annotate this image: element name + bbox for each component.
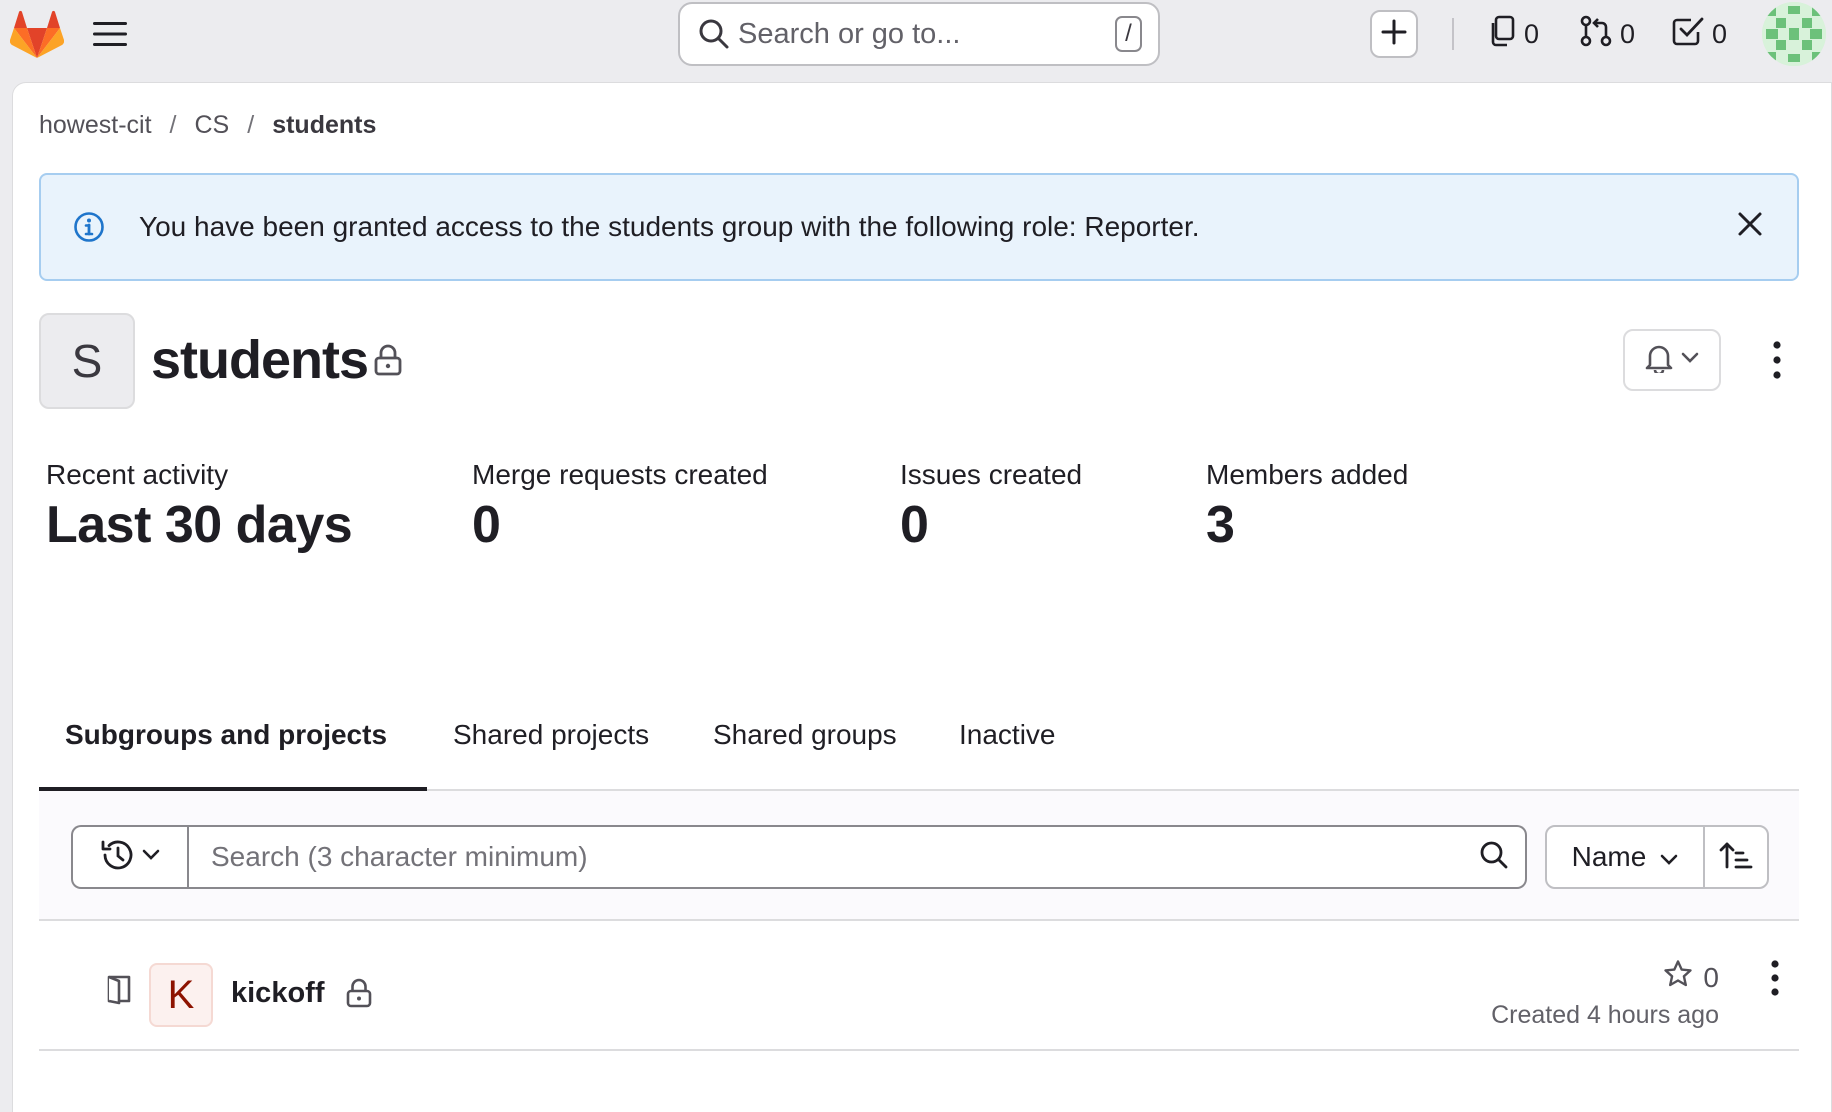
group-avatar: S bbox=[39, 313, 135, 409]
search-icon bbox=[1479, 840, 1509, 875]
global-search-box[interactable]: / bbox=[678, 2, 1160, 66]
todos-counter[interactable]: 0 bbox=[1672, 14, 1727, 54]
lock-icon bbox=[345, 977, 375, 1009]
search-shortcut-key: / bbox=[1115, 16, 1142, 52]
stat-value: 3 bbox=[1206, 496, 1235, 554]
search-icon bbox=[698, 17, 730, 51]
stat-label: Members added bbox=[1206, 459, 1409, 490]
top-bar: / 0 0 0 bbox=[0, 0, 1832, 70]
stat-issues-created: Issues created 0 bbox=[900, 459, 1082, 555]
filter-search-button[interactable] bbox=[1463, 825, 1527, 889]
breadcrumb-separator: / bbox=[169, 111, 177, 139]
group-actions-kebab-icon[interactable] bbox=[1765, 339, 1789, 381]
gitlab-logo-icon[interactable] bbox=[9, 8, 65, 60]
issues-icon bbox=[1490, 15, 1516, 54]
breadcrumb-item-cs[interactable]: CS bbox=[195, 111, 230, 140]
global-search-input[interactable] bbox=[738, 17, 1115, 51]
alert-message: You have been granted access to the stud… bbox=[139, 211, 1200, 242]
stat-label: Recent activity bbox=[46, 459, 229, 490]
chevron-down-icon bbox=[1681, 351, 1699, 369]
sort-label: Name bbox=[1571, 841, 1647, 872]
created-timestamp: Created 4 hours ago bbox=[1491, 1001, 1719, 1029]
user-avatar[interactable] bbox=[1762, 2, 1826, 66]
plus-icon bbox=[1381, 19, 1407, 50]
create-new-button[interactable] bbox=[1370, 10, 1418, 58]
stat-merge-requests-created: Merge requests created 0 bbox=[472, 459, 768, 555]
star-icon bbox=[1663, 959, 1693, 996]
merge-request-icon bbox=[1580, 15, 1612, 54]
breadcrumb-separator: / bbox=[247, 111, 255, 139]
stat-value: 0 bbox=[472, 496, 501, 554]
stat-recent-activity: Recent activity Last 30 days bbox=[46, 459, 353, 555]
star-count[interactable]: 0 bbox=[1663, 959, 1719, 996]
breadcrumb-item-students[interactable]: students bbox=[272, 111, 376, 140]
todos-count: 0 bbox=[1712, 18, 1728, 49]
project-name-link[interactable]: kickoff bbox=[231, 977, 324, 1010]
chevron-down-icon bbox=[142, 848, 160, 866]
filter-search-input[interactable] bbox=[187, 825, 1465, 889]
todo-check-icon bbox=[1672, 16, 1704, 53]
tab-shared-groups[interactable]: Shared groups bbox=[713, 719, 897, 791]
group-tabs: Subgroups and projects Shared projects S… bbox=[39, 695, 1799, 791]
lock-icon bbox=[373, 343, 407, 377]
star-count-value: 0 bbox=[1703, 961, 1719, 993]
breadcrumb: howest-cit / CS / students bbox=[39, 111, 376, 140]
merge-requests-count: 0 bbox=[1620, 18, 1636, 49]
stat-value: Last 30 days bbox=[46, 496, 353, 554]
sort-by-dropdown[interactable]: Name bbox=[1545, 825, 1705, 889]
sort-ascending-icon bbox=[1719, 840, 1753, 875]
stat-label: Merge requests created bbox=[472, 459, 768, 490]
stat-members-added: Members added 3 bbox=[1206, 459, 1408, 555]
access-granted-alert: You have been granted access to the stud… bbox=[39, 173, 1799, 281]
breadcrumb-item-howest-cit[interactable]: howest-cit bbox=[39, 111, 152, 140]
hamburger-menu-icon[interactable] bbox=[92, 16, 128, 52]
info-icon bbox=[73, 211, 105, 243]
project-actions-kebab-icon[interactable] bbox=[1763, 959, 1787, 997]
filter-bar: Name bbox=[39, 791, 1799, 921]
issues-count: 0 bbox=[1524, 18, 1540, 49]
page-title: students bbox=[151, 330, 369, 390]
stat-value: 0 bbox=[900, 496, 929, 554]
notification-settings-button[interactable] bbox=[1623, 329, 1721, 391]
merge-requests-counter[interactable]: 0 bbox=[1580, 14, 1635, 54]
close-icon[interactable] bbox=[1735, 209, 1765, 239]
project-icon bbox=[105, 973, 135, 1005]
tab-shared-projects[interactable]: Shared projects bbox=[453, 719, 649, 791]
sort-direction-button[interactable] bbox=[1703, 825, 1769, 889]
history-icon bbox=[100, 839, 134, 876]
main-panel: howest-cit / CS / students You have been… bbox=[12, 82, 1832, 1112]
tab-inactive[interactable]: Inactive bbox=[959, 719, 1056, 791]
tab-subgroups-and-projects[interactable]: Subgroups and projects bbox=[39, 719, 427, 791]
issues-counter[interactable]: 0 bbox=[1490, 14, 1539, 54]
chevron-down-icon bbox=[1660, 841, 1678, 873]
stat-label: Issues created bbox=[900, 459, 1083, 490]
project-avatar[interactable]: K bbox=[149, 963, 213, 1027]
bell-icon bbox=[1645, 343, 1673, 378]
recent-searches-button[interactable] bbox=[71, 825, 187, 889]
list-item[interactable]: K kickoff 0 Created 4 hours ago bbox=[39, 921, 1799, 1051]
topbar-divider bbox=[1452, 18, 1454, 50]
